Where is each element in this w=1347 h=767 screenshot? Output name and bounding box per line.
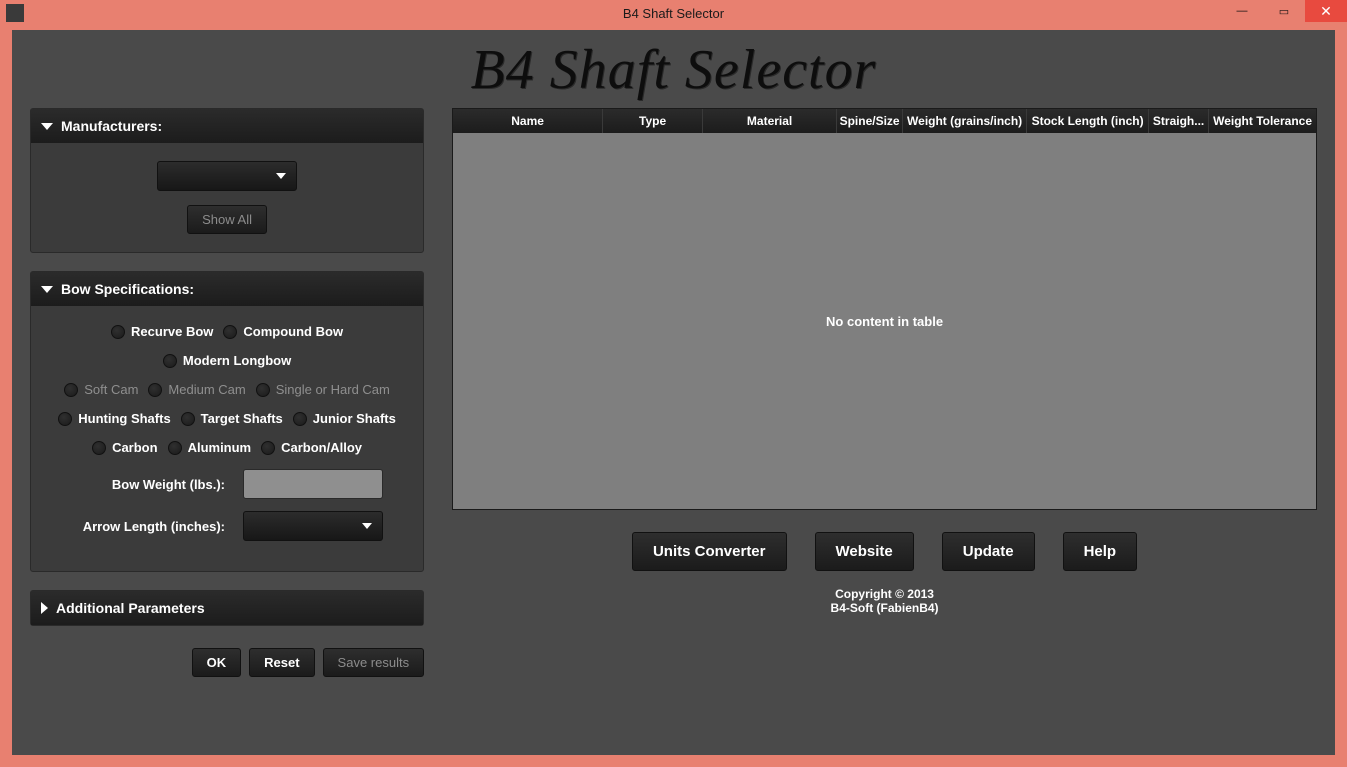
radio-icon — [111, 325, 125, 339]
credits-line2: B4-Soft (FabienB4) — [452, 601, 1317, 615]
bow-type-row: Recurve Bow Compound Bow Modern Longbow — [45, 324, 409, 368]
arrow-length-row: Arrow Length (inches): — [65, 511, 389, 541]
arrow-length-dropdown[interactable] — [243, 511, 383, 541]
credits: Copyright © 2013 B4-Soft (FabienB4) — [452, 587, 1317, 615]
titlebar[interactable]: B4 Shaft Selector — ▭ ✕ — [0, 0, 1347, 26]
website-button[interactable]: Website — [815, 532, 914, 571]
panel-manufacturers-header[interactable]: Manufacturers: — [31, 109, 423, 143]
th-stock-length[interactable]: Stock Length (inch) — [1027, 109, 1149, 133]
units-converter-button[interactable]: Units Converter — [632, 532, 787, 571]
radio-icon — [168, 441, 182, 455]
radio-icon — [163, 354, 177, 368]
th-straightness[interactable]: Straigh... — [1149, 109, 1209, 133]
collapse-icon — [41, 123, 53, 130]
arrow-length-label: Arrow Length (inches): — [65, 519, 225, 534]
panel-bow-specs: Bow Specifications: Recurve Bow Compound… — [30, 271, 424, 572]
radio-junior-shafts[interactable]: Junior Shafts — [293, 411, 396, 426]
radio-icon — [58, 412, 72, 426]
material-row: Carbon Aluminum Carbon/Alloy — [45, 440, 409, 455]
bow-weight-input[interactable] — [243, 469, 383, 499]
expand-icon — [41, 602, 48, 614]
left-column: Manufacturers: Show All Bow Specificatio… — [30, 108, 424, 677]
chevron-down-icon — [362, 523, 372, 529]
window-title: B4 Shaft Selector — [0, 6, 1347, 21]
radio-target-shafts[interactable]: Target Shafts — [181, 411, 283, 426]
bow-weight-label: Bow Weight (lbs.): — [65, 477, 225, 492]
bow-weight-row: Bow Weight (lbs.): — [65, 469, 389, 499]
panel-manufacturers: Manufacturers: Show All — [30, 108, 424, 253]
radio-icon — [148, 383, 162, 397]
radio-icon — [261, 441, 275, 455]
radio-aluminum[interactable]: Aluminum — [168, 440, 252, 455]
show-all-button[interactable]: Show All — [187, 205, 267, 234]
collapse-icon — [41, 286, 53, 293]
panel-bow-specs-title: Bow Specifications: — [61, 281, 194, 297]
update-button[interactable]: Update — [942, 532, 1035, 571]
manufacturer-dropdown[interactable] — [157, 161, 297, 191]
shaft-use-row: Hunting Shafts Target Shafts Junior Shaf… — [45, 411, 409, 426]
radio-icon — [181, 412, 195, 426]
panel-bow-specs-header[interactable]: Bow Specifications: — [31, 272, 423, 306]
panel-additional-title: Additional Parameters — [56, 600, 205, 616]
results-table: Name Type Material Spine/Size Weight (gr… — [452, 108, 1317, 510]
th-weight-tolerance[interactable]: Weight Tolerance — [1209, 109, 1316, 133]
chevron-down-icon — [276, 173, 286, 179]
radio-icon — [223, 325, 237, 339]
content: Manufacturers: Show All Bow Specificatio… — [12, 108, 1335, 677]
save-results-button[interactable]: Save results — [323, 648, 425, 677]
table-empty-text: No content in table — [826, 314, 943, 329]
radio-single-hard-cam[interactable]: Single or Hard Cam — [256, 382, 390, 397]
th-type[interactable]: Type — [603, 109, 703, 133]
minimize-button[interactable]: — — [1221, 0, 1263, 22]
credits-line1: Copyright © 2013 — [452, 587, 1317, 601]
right-column: Name Type Material Spine/Size Weight (gr… — [452, 108, 1317, 677]
reset-button[interactable]: Reset — [249, 648, 314, 677]
radio-carbon-alloy[interactable]: Carbon/Alloy — [261, 440, 362, 455]
ok-button[interactable]: OK — [192, 648, 242, 677]
th-weight[interactable]: Weight (grains/inch) — [903, 109, 1027, 133]
action-row: OK Reset Save results — [30, 648, 424, 677]
radio-modern-longbow[interactable]: Modern Longbow — [163, 353, 291, 368]
panel-manufacturers-body: Show All — [31, 143, 423, 252]
radio-medium-cam[interactable]: Medium Cam — [148, 382, 245, 397]
radio-recurve-bow[interactable]: Recurve Bow — [111, 324, 213, 339]
table-body: No content in table — [453, 133, 1316, 509]
help-button[interactable]: Help — [1063, 532, 1138, 571]
radio-icon — [293, 412, 307, 426]
cam-type-row: Soft Cam Medium Cam Single or Hard Cam — [45, 382, 409, 397]
radio-hunting-shafts[interactable]: Hunting Shafts — [58, 411, 170, 426]
radio-icon — [92, 441, 106, 455]
client-area: B4 Shaft Selector Manufacturers: Show Al… — [12, 30, 1335, 755]
radio-icon — [64, 383, 78, 397]
app-window: B4 Shaft Selector — ▭ ✕ B4 Shaft Selecto… — [0, 0, 1347, 767]
main-title: B4 Shaft Selector — [12, 38, 1335, 102]
close-button[interactable]: ✕ — [1305, 0, 1347, 22]
radio-icon — [256, 383, 270, 397]
radio-soft-cam[interactable]: Soft Cam — [64, 382, 138, 397]
panel-additional-parameters: Additional Parameters — [30, 590, 424, 626]
radio-carbon[interactable]: Carbon — [92, 440, 158, 455]
radio-compound-bow[interactable]: Compound Bow — [223, 324, 343, 339]
panel-manufacturers-title: Manufacturers: — [61, 118, 162, 134]
footer-buttons: Units Converter Website Update Help — [452, 532, 1317, 571]
th-name[interactable]: Name — [453, 109, 603, 133]
th-material[interactable]: Material — [703, 109, 837, 133]
th-spine-size[interactable]: Spine/Size — [837, 109, 903, 133]
table-header: Name Type Material Spine/Size Weight (gr… — [453, 109, 1316, 133]
window-controls: — ▭ ✕ — [1221, 0, 1347, 22]
panel-bow-specs-body: Recurve Bow Compound Bow Modern Longbow … — [31, 306, 423, 571]
panel-additional-header[interactable]: Additional Parameters — [31, 591, 423, 625]
maximize-button[interactable]: ▭ — [1263, 0, 1305, 22]
